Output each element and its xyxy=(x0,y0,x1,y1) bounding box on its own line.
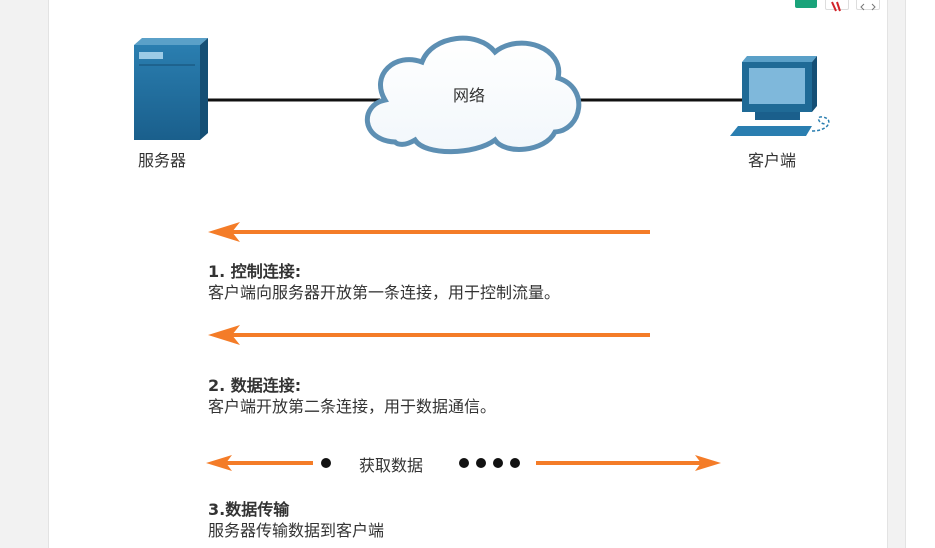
client-label: 客户端 xyxy=(748,151,797,170)
network-label: 网络 xyxy=(453,86,486,105)
data-connection-arrow xyxy=(208,325,650,345)
transfer-dot xyxy=(459,458,469,468)
transfer-right-arrow xyxy=(536,455,721,471)
server-label: 服务器 xyxy=(138,151,187,170)
step-2-text: 客户端开放第二条连接，用于数据通信。 xyxy=(208,397,497,416)
transfer-dot xyxy=(321,458,331,468)
step-3-text: 服务器传输数据到客户端 xyxy=(208,521,385,540)
step-1-text: 客户端向服务器开放第一条连接，用于控制流量。 xyxy=(208,283,561,302)
transfer-dot xyxy=(510,458,520,468)
transfer-dot xyxy=(493,458,503,468)
transfer-left-arrow xyxy=(206,455,313,471)
transfer-dot xyxy=(476,458,486,468)
transfer-label: 获取数据 xyxy=(359,456,424,475)
control-connection-arrow xyxy=(208,222,650,242)
server-icon xyxy=(134,38,208,140)
client-computer-icon xyxy=(730,56,830,136)
